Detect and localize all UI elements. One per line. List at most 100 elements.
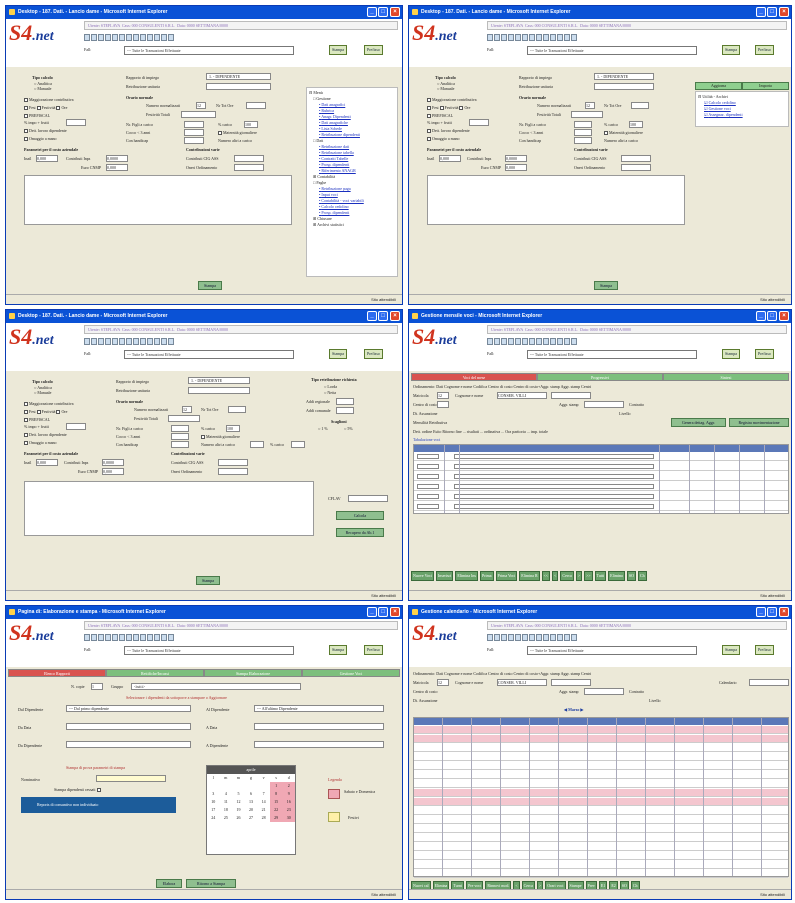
- folder-icon[interactable]: [550, 634, 556, 641]
- bar-button[interactable]: >: [575, 571, 583, 581]
- radio-s2[interactable]: ○ 5%: [344, 426, 353, 431]
- tab-progressivi[interactable]: Progressivi: [537, 373, 663, 381]
- chart-icon[interactable]: [536, 634, 542, 641]
- check-maternita[interactable]: Maternità giornaliere: [604, 130, 643, 136]
- save-icon[interactable]: [91, 34, 97, 41]
- bar-button[interactable]: <: [552, 571, 559, 581]
- stampa-footer-button[interactable]: Stampa: [594, 281, 618, 290]
- calendar-day[interactable]: 14: [257, 798, 270, 806]
- list-icon[interactable]: [557, 634, 563, 641]
- people-icon[interactable]: [119, 338, 125, 345]
- tab-stampa-elab[interactable]: Stampa Elaborazione: [204, 669, 302, 677]
- check-dett[interactable]: Dett. lavoro dipendente: [24, 128, 67, 134]
- bar-button[interactable]: Elimina Ins: [455, 571, 478, 581]
- calendar-day[interactable]: 23: [282, 806, 296, 814]
- bar-button[interactable]: Nuove Voci: [411, 571, 434, 581]
- people-icon[interactable]: [522, 634, 528, 641]
- registra-button[interactable]: Registra movimentazione: [729, 418, 789, 427]
- check-fest[interactable]: Fest Festività Ore: [24, 409, 67, 415]
- pc-field[interactable]: 100: [244, 121, 258, 128]
- settings-icon[interactable]: [564, 338, 570, 345]
- stampa-footer-button[interactable]: Stampa: [196, 576, 220, 585]
- bar-button[interactable]: Prima: [479, 571, 494, 581]
- aggiorna-tab[interactable]: Aggiorna: [695, 82, 742, 90]
- calendar-day[interactable]: 21: [257, 806, 270, 814]
- gruppo-select[interactable]: <tutti>: [131, 683, 301, 690]
- settings-icon[interactable]: [161, 34, 167, 41]
- bar-button[interactable]: Cerca: [560, 571, 574, 581]
- stampa-button[interactable]: Stampa: [722, 645, 740, 655]
- minimize-button[interactable]: _: [367, 607, 377, 617]
- comp-field[interactable]: [184, 129, 204, 136]
- row-voce[interactable]: [454, 504, 654, 509]
- calendar-day[interactable]: 22: [269, 806, 283, 814]
- save-icon[interactable]: [494, 34, 500, 41]
- close-button[interactable]: ×: [390, 607, 400, 617]
- people-icon[interactable]: [119, 634, 125, 641]
- imp-field[interactable]: [66, 119, 86, 126]
- ore-field[interactable]: 12: [585, 102, 595, 109]
- save-icon[interactable]: [91, 634, 97, 641]
- cnp-field[interactable]: 0,000: [106, 164, 128, 171]
- check-icon[interactable]: [501, 634, 507, 641]
- save-icon[interactable]: [494, 338, 500, 345]
- edit-icon[interactable]: [515, 34, 521, 41]
- folder-icon[interactable]: [550, 338, 556, 345]
- figli-field[interactable]: [574, 121, 592, 128]
- check-icon[interactable]: [501, 338, 507, 345]
- check-magg[interactable]: Maggiorazione contributiva: [24, 97, 74, 103]
- row-voce[interactable]: [454, 494, 654, 499]
- prefisso-button[interactable]: Prefisso: [755, 645, 774, 655]
- calendar-day[interactable]: 6: [245, 790, 258, 798]
- calendario-field[interactable]: [749, 679, 789, 686]
- settings-icon[interactable]: [161, 338, 167, 345]
- stampa-button[interactable]: Stampa: [722, 45, 740, 55]
- home-icon[interactable]: [487, 338, 493, 345]
- home-icon[interactable]: [487, 634, 493, 641]
- folder-icon[interactable]: [147, 634, 153, 641]
- figli-field[interactable]: [171, 425, 189, 432]
- tab-sintesi[interactable]: Sintesi: [663, 373, 789, 381]
- aggr-field[interactable]: [584, 688, 624, 695]
- check-omaggio[interactable]: Omaggio a mano: [427, 136, 460, 142]
- close-button[interactable]: ×: [390, 311, 400, 321]
- help-icon[interactable]: [168, 634, 174, 641]
- prefisso-button[interactable]: Prefisso: [364, 349, 383, 359]
- edit-icon[interactable]: [515, 634, 521, 641]
- close-button[interactable]: ×: [390, 7, 400, 17]
- calendar-day[interactable]: 27: [245, 814, 258, 822]
- notes-area[interactable]: [427, 175, 685, 225]
- ore-field[interactable]: 12: [196, 102, 206, 109]
- figli-field[interactable]: [184, 121, 204, 128]
- table-row[interactable]: [414, 463, 788, 471]
- calendar-day[interactable]: 19: [232, 806, 245, 814]
- calendar-day[interactable]: 30: [282, 814, 296, 822]
- filter-select[interactable]: --- Tutte le Transazioni Effettuate: [527, 46, 697, 55]
- filter-select[interactable]: --- Tutte le Transazioni Effettuate: [527, 350, 697, 359]
- bar-button[interactable]: Ch: [637, 571, 647, 581]
- print-icon[interactable]: [508, 634, 514, 641]
- row-voce[interactable]: [454, 454, 654, 459]
- aggr-field[interactable]: [584, 401, 624, 408]
- help-icon[interactable]: [571, 338, 577, 345]
- ordinamento-row[interactable]: Ordinamento: Dati Cognome e nome Codific…: [413, 671, 789, 676]
- check-icon[interactable]: [98, 34, 104, 41]
- bar-button[interactable]: Tutti: [594, 571, 607, 581]
- home-icon[interactable]: [487, 34, 493, 41]
- tree-node[interactable]: ⊞ Archivi statistici: [309, 222, 395, 228]
- maximize-button[interactable]: □: [767, 311, 777, 321]
- check-magg[interactable]: Maggiorazione contributiva: [24, 401, 74, 407]
- check-omaggio[interactable]: Omaggio a mano: [24, 136, 57, 142]
- save-icon[interactable]: [91, 338, 97, 345]
- minimize-button[interactable]: _: [367, 7, 377, 17]
- tab-elenco[interactable]: Elenco Rapporti: [8, 669, 106, 677]
- check-cessati[interactable]: Stampa dipendenti cessati: [54, 787, 102, 793]
- check-dett[interactable]: Dett. lavoro dipendente: [24, 432, 67, 438]
- calendar-day[interactable]: 15: [269, 798, 283, 806]
- nrtot-field[interactable]: [246, 102, 266, 109]
- centro-field[interactable]: [437, 401, 449, 408]
- festivita-field[interactable]: [168, 415, 200, 422]
- dal-select[interactable]: --- Dal primo dipendente: [66, 705, 191, 712]
- row-select[interactable]: [417, 474, 439, 479]
- handicap-field[interactable]: [184, 137, 204, 144]
